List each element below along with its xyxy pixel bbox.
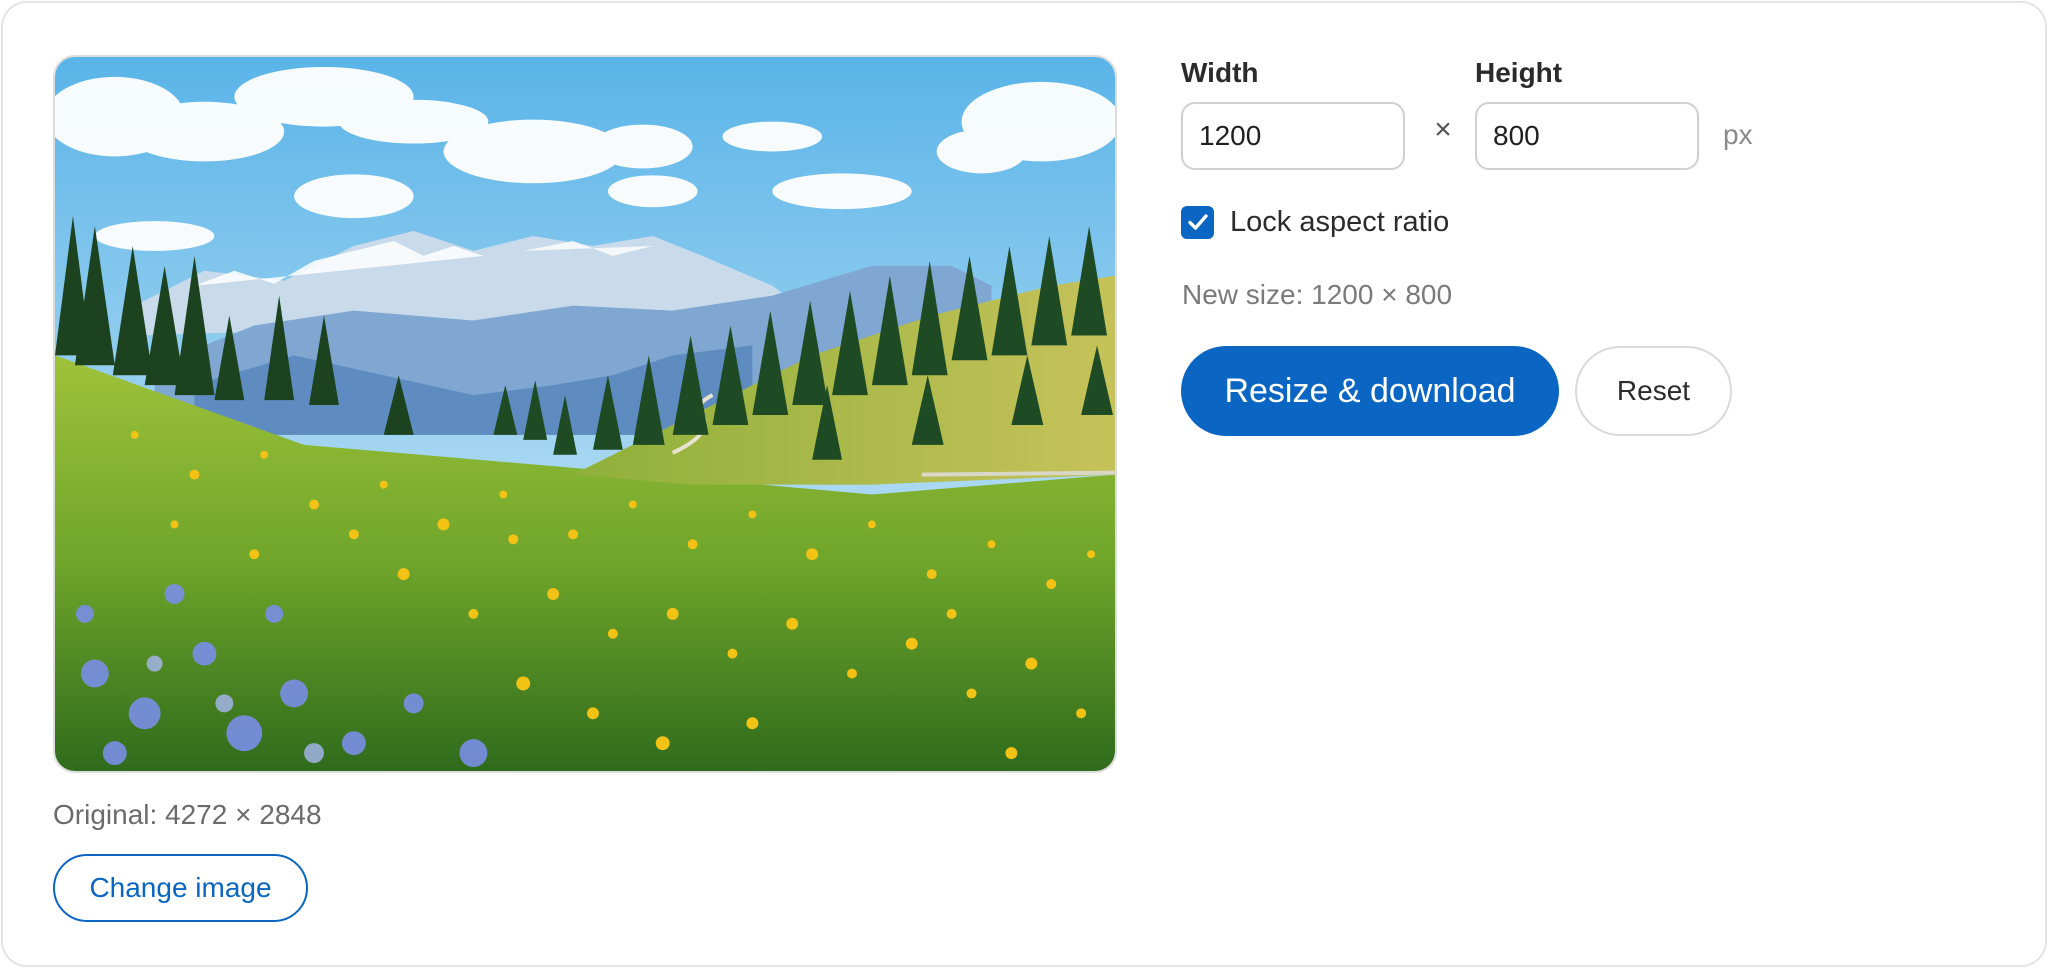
lock-aspect-label: Lock aspect ratio xyxy=(1230,205,1450,238)
resize-panel: Original: 4272 × 2848 Change image Width… xyxy=(1,1,2047,967)
unit-label: px xyxy=(1723,119,1753,150)
height-label: Height xyxy=(1475,57,1563,88)
change-image-button[interactable]: Change image xyxy=(53,854,308,922)
width-label: Width xyxy=(1181,57,1259,88)
checkmark-icon xyxy=(1187,214,1208,230)
reset-button[interactable]: Reset xyxy=(1575,346,1732,436)
resize-download-button[interactable]: Resize & download xyxy=(1181,346,1559,436)
times-icon: × xyxy=(1434,113,1452,146)
new-size-text: New size: 1200 × 800 xyxy=(1182,279,1453,310)
width-input[interactable] xyxy=(1181,102,1405,170)
lock-aspect-ratio-toggle[interactable]: Lock aspect ratio xyxy=(1181,205,1449,239)
original-size-text: Original: 4272 × 2848 xyxy=(53,799,322,830)
image-preview xyxy=(53,55,1117,773)
landscape-image xyxy=(55,57,1115,771)
height-input[interactable] xyxy=(1475,102,1699,170)
lock-aspect-checkbox[interactable] xyxy=(1181,205,1214,239)
